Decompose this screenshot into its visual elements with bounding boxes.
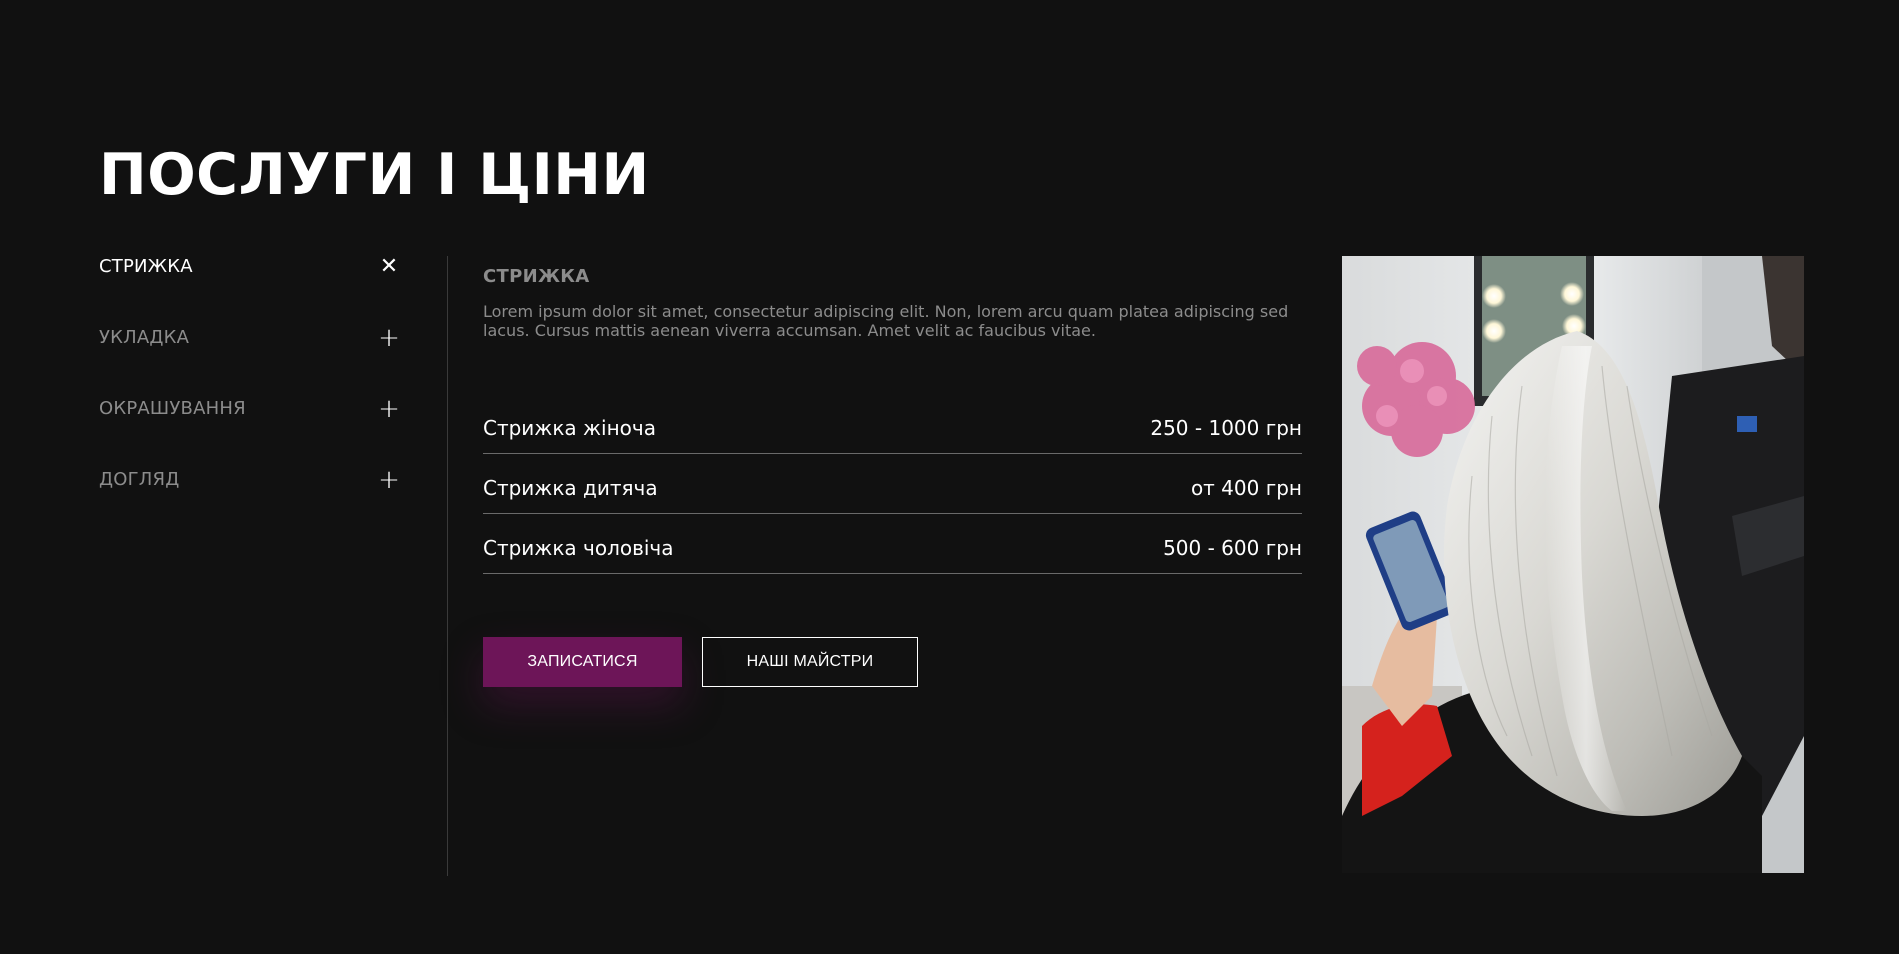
salon-client-image [1342,256,1804,873]
sidebar-item-coloring[interactable]: ОКРАШУВАННЯ + [99,396,400,469]
service-price: 500 - 600 грн [1163,536,1302,560]
service-name: Стрижка дитяча [483,476,658,500]
plus-icon[interactable]: + [378,325,400,351]
sidebar-item-label: ДОГЛЯД [99,469,180,490]
sidebar-item-label: УКЛАДКА [99,327,190,348]
sidebar-item-haircut[interactable]: СТРИЖКА ✕ [99,256,399,327]
our-masters-button[interactable]: НАШІ МАЙСТРИ [702,637,918,687]
price-row: Стрижка дитяча от 400 грн [483,454,1302,514]
plus-icon[interactable]: + [378,396,400,422]
haircut-photo [1342,256,1804,873]
service-name: Стрижка чоловіча [483,536,674,560]
section-description: Lorem ipsum dolor sit amet, consectetur … [483,302,1289,340]
sidebar-item-care[interactable]: ДОГЛЯД + [99,467,400,540]
page-title: ПОСЛУГИ І ЦІНИ [99,142,650,208]
plus-icon[interactable]: + [378,467,400,493]
service-price: 250 - 1000 грн [1150,416,1302,440]
price-row: Стрижка чоловіча 500 - 600 грн [483,514,1302,574]
price-list: Стрижка жіноча 250 - 1000 грн Стрижка ди… [483,410,1302,574]
service-details: СТРИЖКА Lorem ipsum dolor sit amet, cons… [483,266,1302,574]
book-appointment-button[interactable]: ЗАПИСАТИСЯ [483,637,682,687]
price-row: Стрижка жіноча 250 - 1000 грн [483,410,1302,454]
sidebar-item-label: СТРИЖКА [99,256,193,277]
service-price: от 400 грн [1190,476,1302,500]
close-icon[interactable]: ✕ [379,256,399,278]
section-title: СТРИЖКА [483,266,590,287]
action-buttons: ЗАПИСАТИСЯ НАШІ МАЙСТРИ [483,637,918,687]
vertical-divider [447,256,448,876]
sidebar-item-label: ОКРАШУВАННЯ [99,398,246,419]
service-name: Стрижка жіноча [483,416,656,440]
sidebar-item-styling[interactable]: УКЛАДКА + [99,325,400,398]
service-category-menu: СТРИЖКА ✕ УКЛАДКА + ОКРАШУВАННЯ + ДОГЛЯД… [99,256,400,540]
